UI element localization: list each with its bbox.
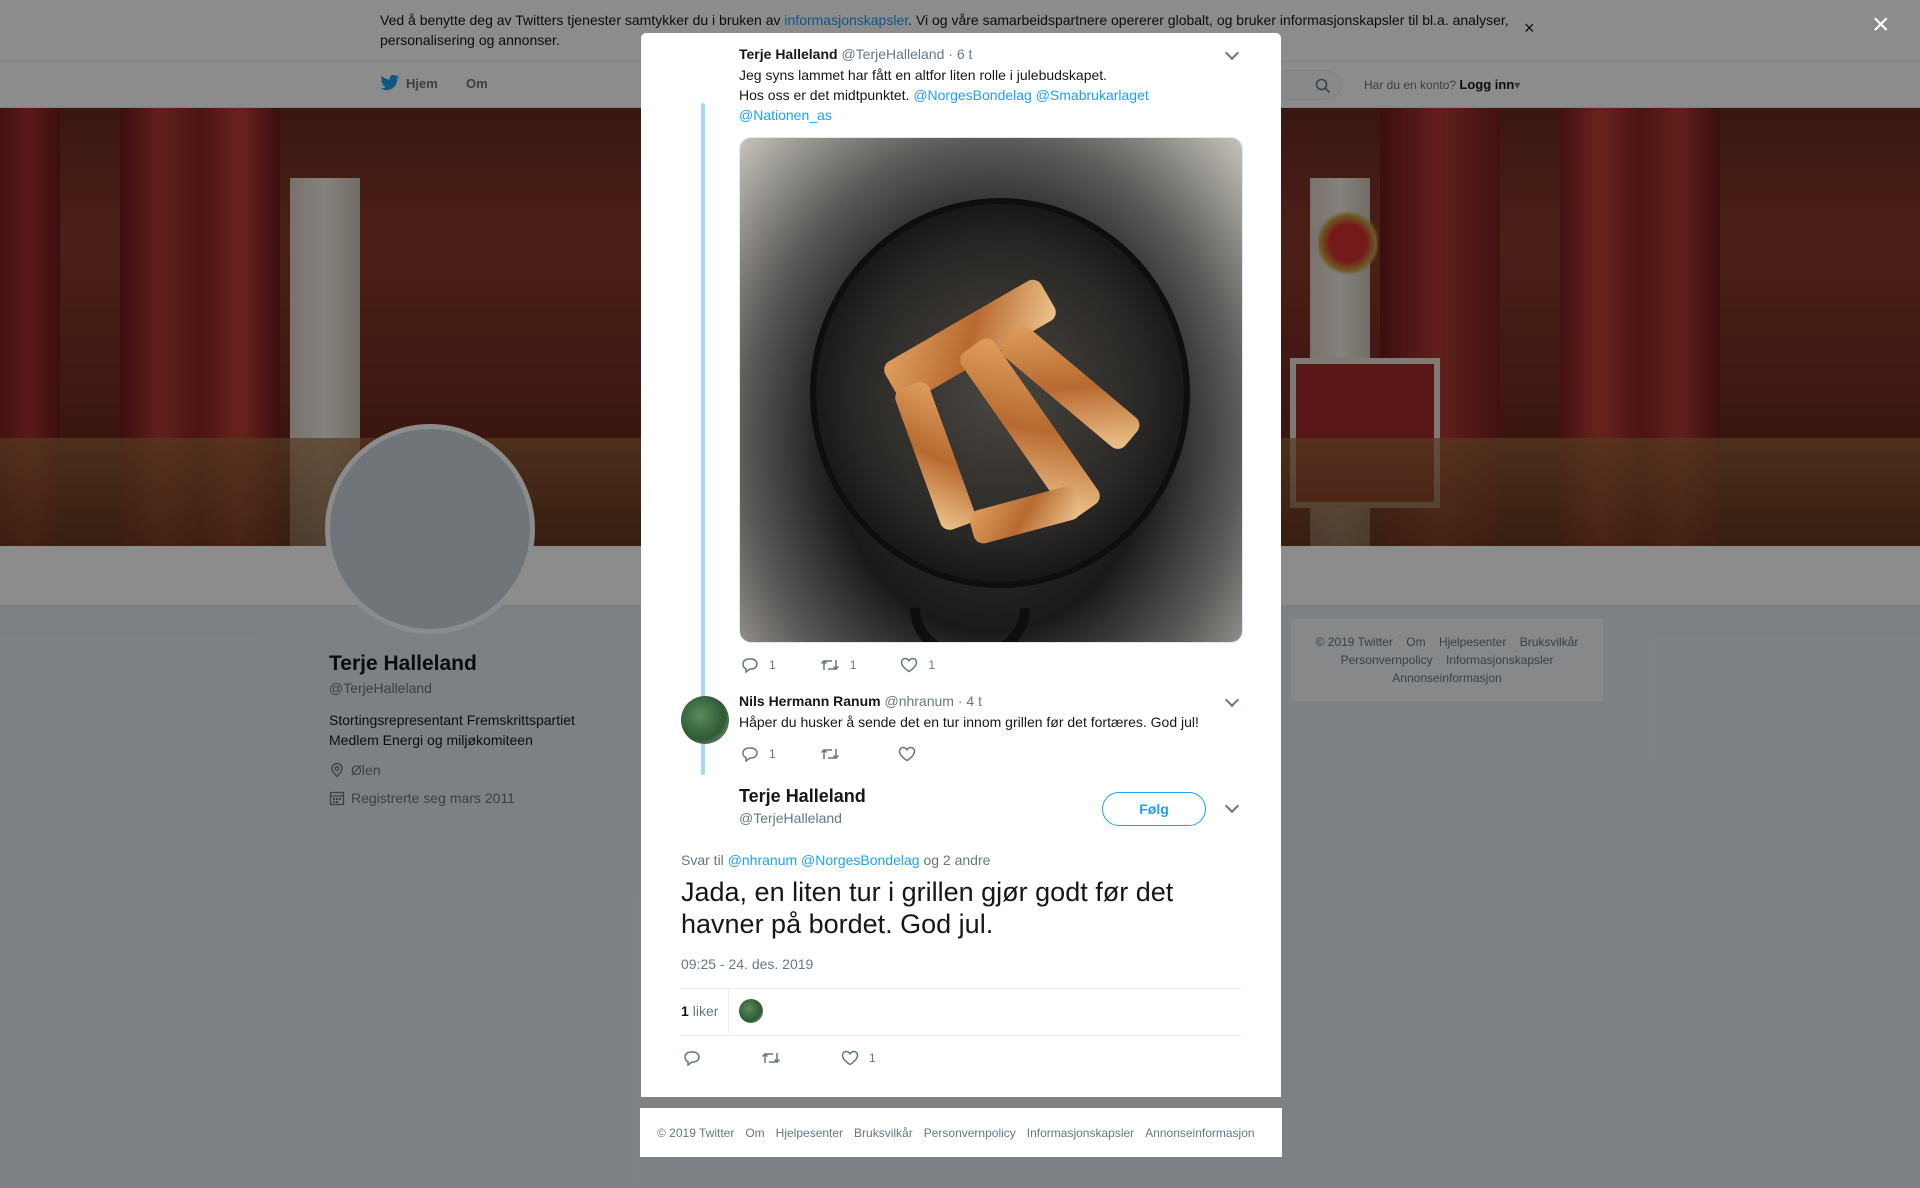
- retweet-icon: [820, 748, 839, 760]
- modal-footer: © 2019 Twitter Om Hjelpesenter Bruksvilk…: [640, 1108, 1282, 1157]
- retweet-button[interactable]: [761, 1050, 781, 1066]
- tweet-modal: Terje Halleland @TerjeHalleland · 6 t Je…: [641, 33, 1281, 1097]
- mention-link[interactable]: @Nationen_as: [739, 107, 832, 123]
- divider: [681, 988, 1241, 989]
- footer-link[interactable]: © 2019 Twitter: [657, 1126, 734, 1140]
- tweet-time[interactable]: · 6 t: [948, 46, 972, 62]
- tweet-photo[interactable]: [739, 137, 1243, 643]
- like-button[interactable]: [898, 746, 916, 762]
- reply-icon: [684, 1051, 700, 1066]
- tweet-time[interactable]: · 4 t: [958, 693, 982, 709]
- liker-avatar[interactable]: [739, 999, 764, 1023]
- reply-button[interactable]: [683, 1050, 701, 1066]
- reply-icon: [742, 747, 758, 762]
- footer-link[interactable]: Informasjonskapsler: [1027, 1126, 1134, 1140]
- retweet-button[interactable]: 1: [820, 657, 856, 673]
- divider: [681, 1035, 1241, 1036]
- tweet-author-name[interactable]: Nils Hermann Ranum: [739, 693, 881, 709]
- footer-link[interactable]: Personvernpolicy: [924, 1126, 1016, 1140]
- retweet-icon: [761, 1052, 781, 1064]
- avatar[interactable]: [681, 696, 729, 744]
- tweet-actions: 1: [741, 746, 960, 762]
- main-tweet-author-handle[interactable]: @TerjeHalleland: [739, 810, 842, 826]
- footer-link[interactable]: Om: [745, 1126, 764, 1140]
- heart-icon: [841, 1050, 859, 1066]
- heart-icon: [898, 746, 915, 762]
- reply-button[interactable]: 1: [741, 657, 776, 673]
- heart-icon: [901, 657, 918, 673]
- mention-link[interactable]: @NorgesBondelag: [913, 87, 1032, 103]
- tweet-actions: 1 1 1: [741, 657, 979, 673]
- footer-link[interactable]: Hjelpesenter: [776, 1126, 843, 1140]
- reply-button[interactable]: 1: [741, 746, 776, 762]
- follow-button[interactable]: Følg: [1102, 792, 1206, 826]
- close-icon[interactable]: ×: [1872, 10, 1890, 40]
- tweet-author-handle[interactable]: @TerjeHalleland: [841, 46, 944, 62]
- retweet-icon: [820, 659, 839, 671]
- tweet-text: Håper du husker å sende det en tur innom…: [739, 714, 1199, 730]
- main-tweet-timestamp[interactable]: 09:25 - 24. des. 2019: [681, 956, 813, 972]
- thread-line: [701, 103, 705, 775]
- likes-count[interactable]: 1 liker: [681, 1003, 718, 1019]
- main-tweet-text: Jada, en liten tur i grillen gjør godt f…: [681, 877, 1174, 939]
- tweet-header: Nils Hermann Ranum @nhranum · 4 t: [739, 693, 982, 709]
- chevron-down-icon[interactable]: [1224, 692, 1240, 708]
- footer-link[interactable]: Bruksvilkår: [854, 1126, 913, 1140]
- likes-summary: 1 liker: [681, 988, 764, 1034]
- tweet-author-name[interactable]: Terje Halleland: [739, 46, 838, 62]
- like-button[interactable]: 1: [841, 1050, 876, 1066]
- chevron-down-icon[interactable]: [1224, 45, 1240, 61]
- mention-link[interactable]: @NorgesBondelag: [801, 852, 920, 868]
- reply-context: Svar til @nhranum @NorgesBondelag og 2 a…: [681, 852, 991, 868]
- mention-link[interactable]: @Smabrukarlaget: [1036, 87, 1149, 103]
- retweet-button[interactable]: [820, 746, 840, 762]
- main-tweet-actions: 1: [683, 1050, 920, 1066]
- tweet-text: Jeg syns lammet har fått en altfor liten…: [739, 67, 1149, 123]
- mention-link[interactable]: @nhranum: [728, 852, 797, 868]
- tweet-author-handle[interactable]: @nhranum: [884, 693, 953, 709]
- tweet-header: Terje Halleland @TerjeHalleland · 6 t: [739, 46, 972, 62]
- main-tweet-author-name[interactable]: Terje Halleland: [739, 786, 866, 807]
- like-button[interactable]: 1: [900, 657, 935, 673]
- footer-link[interactable]: Annonseinformasjon: [1145, 1126, 1254, 1140]
- chevron-down-icon[interactable]: [1224, 798, 1240, 814]
- reply-icon: [742, 658, 758, 673]
